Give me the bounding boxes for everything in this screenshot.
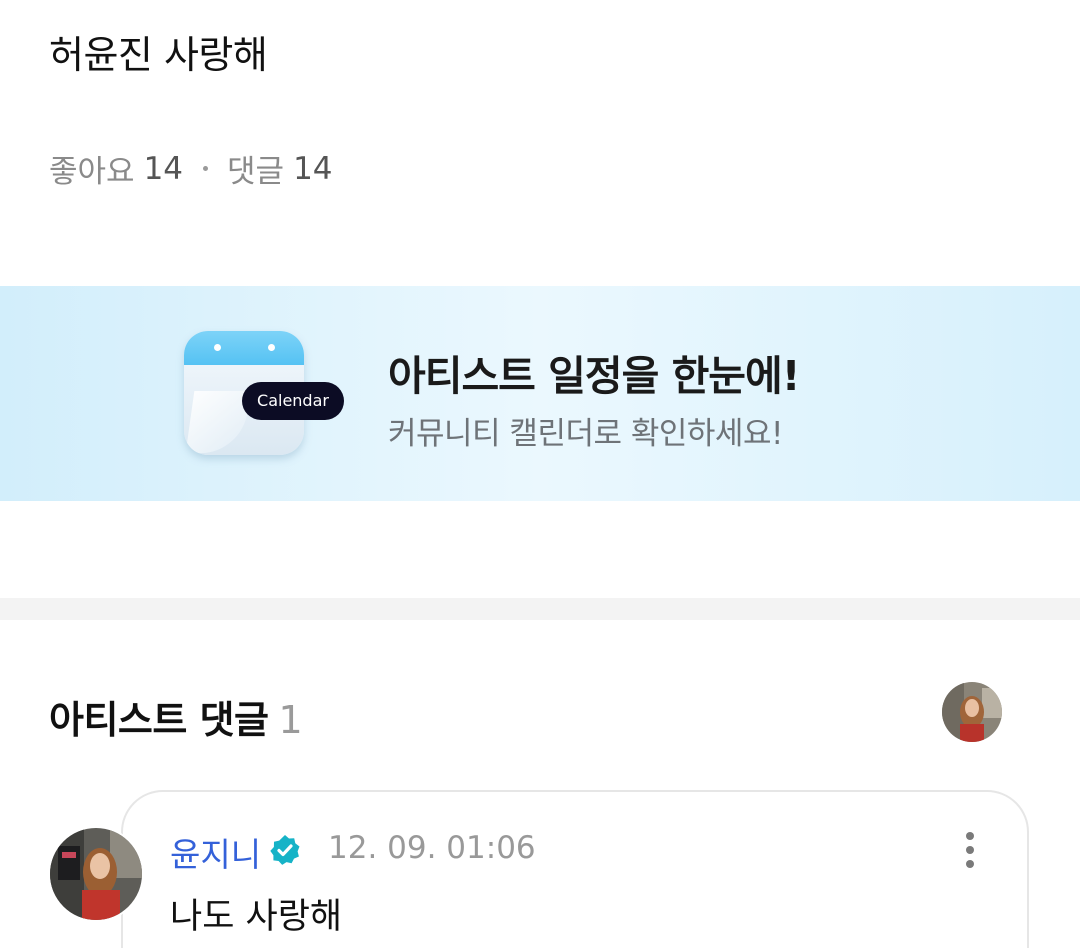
- separator-dot: [203, 166, 209, 171]
- calendar-promo-banner[interactable]: Calendar 아티스트 일정을 한눈에! 커뮤니티 캘린더로 확인하세요!: [0, 286, 1080, 501]
- comment-author-avatar[interactable]: [48, 826, 144, 922]
- artist-avatar[interactable]: [942, 682, 1002, 742]
- calendar-pill-label: Calendar: [242, 382, 344, 420]
- post-body-text: 허윤진 사랑해: [49, 33, 268, 77]
- comment-text: 나도 사랑해: [170, 897, 343, 937]
- comment-author-avatar-image: [50, 828, 142, 920]
- post-stats: 좋아요 14 댓글 14: [49, 146, 333, 191]
- artist-comments-heading: 아티스트 댓글 1: [49, 689, 303, 744]
- comment-author-name[interactable]: 윤지니: [170, 828, 261, 876]
- comments-label[interactable]: 댓글: [227, 146, 284, 191]
- post-page: 허윤진 사랑해 좋아요 14 댓글 14 Calendar 아티스트 일정을 한…: [0, 0, 1080, 948]
- artist-comments-title: 아티스트 댓글: [49, 698, 269, 742]
- banner-subtitle: 커뮤니티 캘린더로 확인하세요!: [388, 416, 783, 452]
- artist-comments-count: 1: [278, 698, 303, 742]
- likes-count: 14: [143, 150, 184, 187]
- likes-label[interactable]: 좋아요: [49, 146, 135, 191]
- more-vertical-icon[interactable]: [950, 826, 990, 874]
- banner-title: 아티스트 일정을 한눈에!: [388, 352, 800, 400]
- artist-avatar-image: [942, 682, 1002, 742]
- comment-timestamp: 12. 09. 01:06: [328, 830, 536, 866]
- comments-count: 14: [293, 150, 333, 187]
- section-divider: [0, 598, 1080, 620]
- verified-badge-icon: [270, 835, 300, 865]
